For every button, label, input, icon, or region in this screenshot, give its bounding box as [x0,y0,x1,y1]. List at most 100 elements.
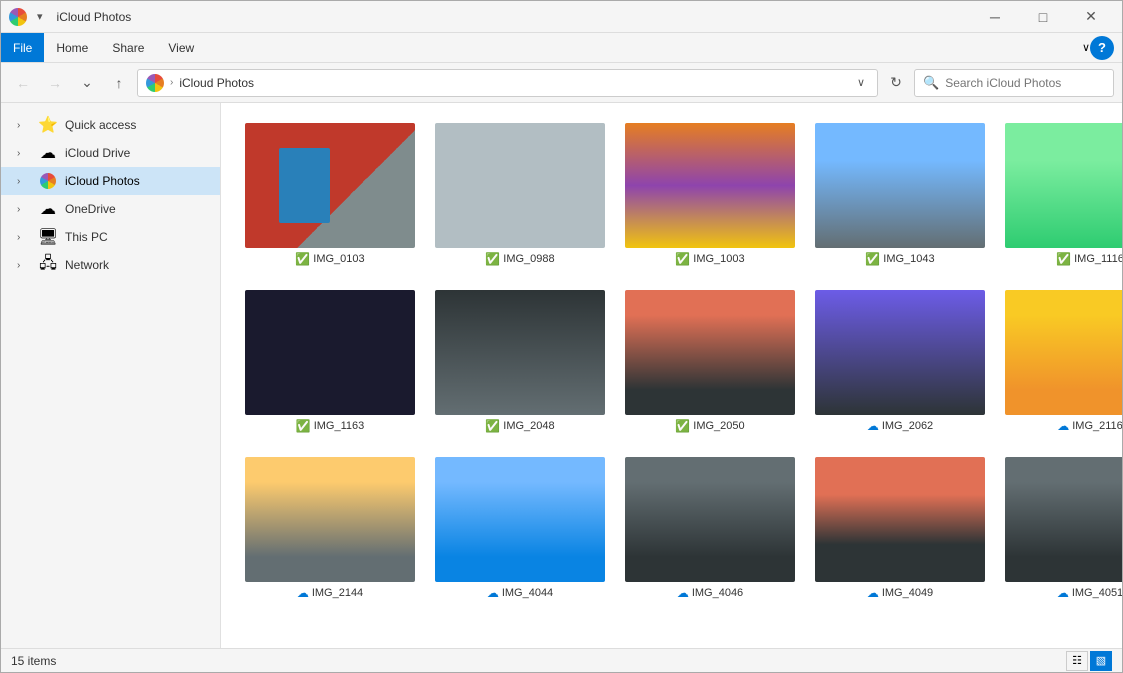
synced-icon: ✅ [865,252,880,266]
synced-icon: ✅ [485,252,500,266]
photo-item[interactable]: ☁IMG_4046 [621,453,799,604]
item-count: 15 items [11,654,56,668]
photo-name: ☁IMG_2144 [297,586,363,600]
photo-filename: IMG_2116 [1072,420,1122,432]
search-input[interactable] [945,76,1105,90]
sidebar-item-icloud-photos[interactable]: › iCloud Photos [1,167,220,195]
path-dropdown-button[interactable]: ∨ [853,76,869,89]
photo-name: ☁IMG_4049 [867,586,933,600]
photo-filename: IMG_1163 [314,420,365,432]
photo-name: ☁IMG_4046 [677,586,743,600]
cloud-sync-icon: ☁ [867,586,879,600]
photo-thumbnail [435,457,605,582]
photo-thumbnail [245,457,415,582]
photo-item[interactable]: ✅IMG_0103 [241,119,419,270]
photo-thumbnail [815,457,985,582]
sidebar-item-label: iCloud Photos [65,174,140,188]
photo-item[interactable]: ✅IMG_1003 [621,119,799,270]
photo-name: ☁IMG_4051 [1057,586,1122,600]
network-icon: 🖧 [39,256,57,274]
title-dropdown-button[interactable]: ▾ [33,8,47,25]
menu-home[interactable]: Home [44,33,100,62]
forward-button[interactable]: → [41,69,69,97]
cloud-sync-icon: ☁ [487,586,499,600]
photo-thumbnail [625,290,795,415]
star-icon: ⭐ [39,116,57,134]
photo-item[interactable]: ☁IMG_4044 [431,453,609,604]
main-area: › ⭐ Quick access › ☁ iCloud Drive › iClo… [1,103,1122,648]
menu-share[interactable]: Share [100,33,156,62]
cloud-sync-icon: ☁ [677,586,689,600]
forward-dropdown-button[interactable]: ⌄ [73,69,101,97]
synced-icon: ✅ [1056,252,1071,266]
sidebar-item-label: Quick access [65,118,136,132]
photo-item[interactable]: ✅IMG_1163 [241,286,419,437]
photo-name: ✅IMG_1003 [675,252,744,266]
photo-item[interactable]: ✅IMG_0988 [431,119,609,270]
grid-view-button[interactable]: ▧ [1090,651,1112,671]
search-box: 🔍 [914,69,1114,97]
sidebar-item-label: This PC [65,230,108,244]
synced-icon: ✅ [485,419,500,433]
photo-item[interactable]: ☁IMG_4051 [1001,453,1122,604]
photo-thumbnail [1005,290,1122,415]
up-button[interactable]: ↑ [105,69,133,97]
back-button[interactable]: ← [9,69,37,97]
onedrive-icon: ☁ [39,200,57,218]
sidebar-item-this-pc[interactable]: › 🖥 This PC [1,223,220,251]
photo-item[interactable]: ✅IMG_2048 [431,286,609,437]
photo-filename: IMG_1043 [883,253,934,265]
photo-item[interactable]: ✅IMG_1116 [1001,119,1122,270]
photo-filename: IMG_4049 [882,587,933,599]
photo-name: ☁IMG_2062 [867,419,933,433]
photo-name: ✅IMG_2050 [675,419,744,433]
computer-icon: 🖥 [39,228,57,246]
expand-icon: › [17,260,31,271]
photo-filename: IMG_1003 [693,253,744,265]
photo-name: ✅IMG_0988 [485,252,554,266]
sidebar-item-quick-access[interactable]: › ⭐ Quick access [1,111,220,139]
photo-item[interactable]: ☁IMG_4049 [811,453,989,604]
synced-icon: ✅ [295,252,310,266]
photo-filename: IMG_2144 [312,587,363,599]
menu-chevron-icon[interactable]: ∨ [1082,41,1090,54]
sidebar-item-label: OneDrive [65,202,116,216]
expand-icon: › [17,204,31,215]
photo-item[interactable]: ☁IMG_2062 [811,286,989,437]
photo-name: ☁IMG_4044 [487,586,553,600]
menu-bar: File Home Share View ∨ ? [1,33,1122,63]
cloud-sync-icon: ☁ [1057,586,1069,600]
help-button[interactable]: ? [1090,36,1114,60]
refresh-button[interactable]: ↻ [882,69,910,97]
photo-thumbnail [815,123,985,248]
title-bar: ▾ iCloud Photos ─ □ ✕ [1,1,1122,33]
search-icon: 🔍 [923,75,939,91]
photo-filename: IMG_4044 [502,587,553,599]
photo-name: ☁IMG_2116 [1057,419,1122,433]
photo-filename: IMG_2050 [693,420,744,432]
close-button[interactable]: ✕ [1068,1,1114,33]
menu-view[interactable]: View [156,33,206,62]
photo-filename: IMG_0103 [313,253,364,265]
photo-item[interactable]: ✅IMG_2050 [621,286,799,437]
menu-file[interactable]: File [1,33,44,62]
photo-thumbnail [435,290,605,415]
photo-item[interactable]: ✅IMG_1043 [811,119,989,270]
sidebar-item-label: iCloud Drive [65,146,130,160]
sidebar-item-network[interactable]: › 🖧 Network [1,251,220,279]
photo-thumbnail [1005,123,1122,248]
photo-item[interactable]: ☁IMG_2116 [1001,286,1122,437]
minimize-button[interactable]: ─ [972,1,1018,33]
sidebar-item-onedrive[interactable]: › ☁ OneDrive [1,195,220,223]
expand-icon: › [17,232,31,243]
address-path[interactable]: › iCloud Photos ∨ [137,69,878,97]
icloud-photos-icon [39,172,57,190]
photo-filename: IMG_0988 [503,253,554,265]
list-view-button[interactable]: ☷ [1066,651,1088,671]
photo-thumbnail [625,457,795,582]
maximize-button[interactable]: □ [1020,1,1066,33]
photo-item[interactable]: ☁IMG_2144 [241,453,419,604]
sidebar-item-icloud-drive[interactable]: › ☁ iCloud Drive [1,139,220,167]
photo-thumbnail [435,123,605,248]
photo-name: ✅IMG_1043 [865,252,934,266]
